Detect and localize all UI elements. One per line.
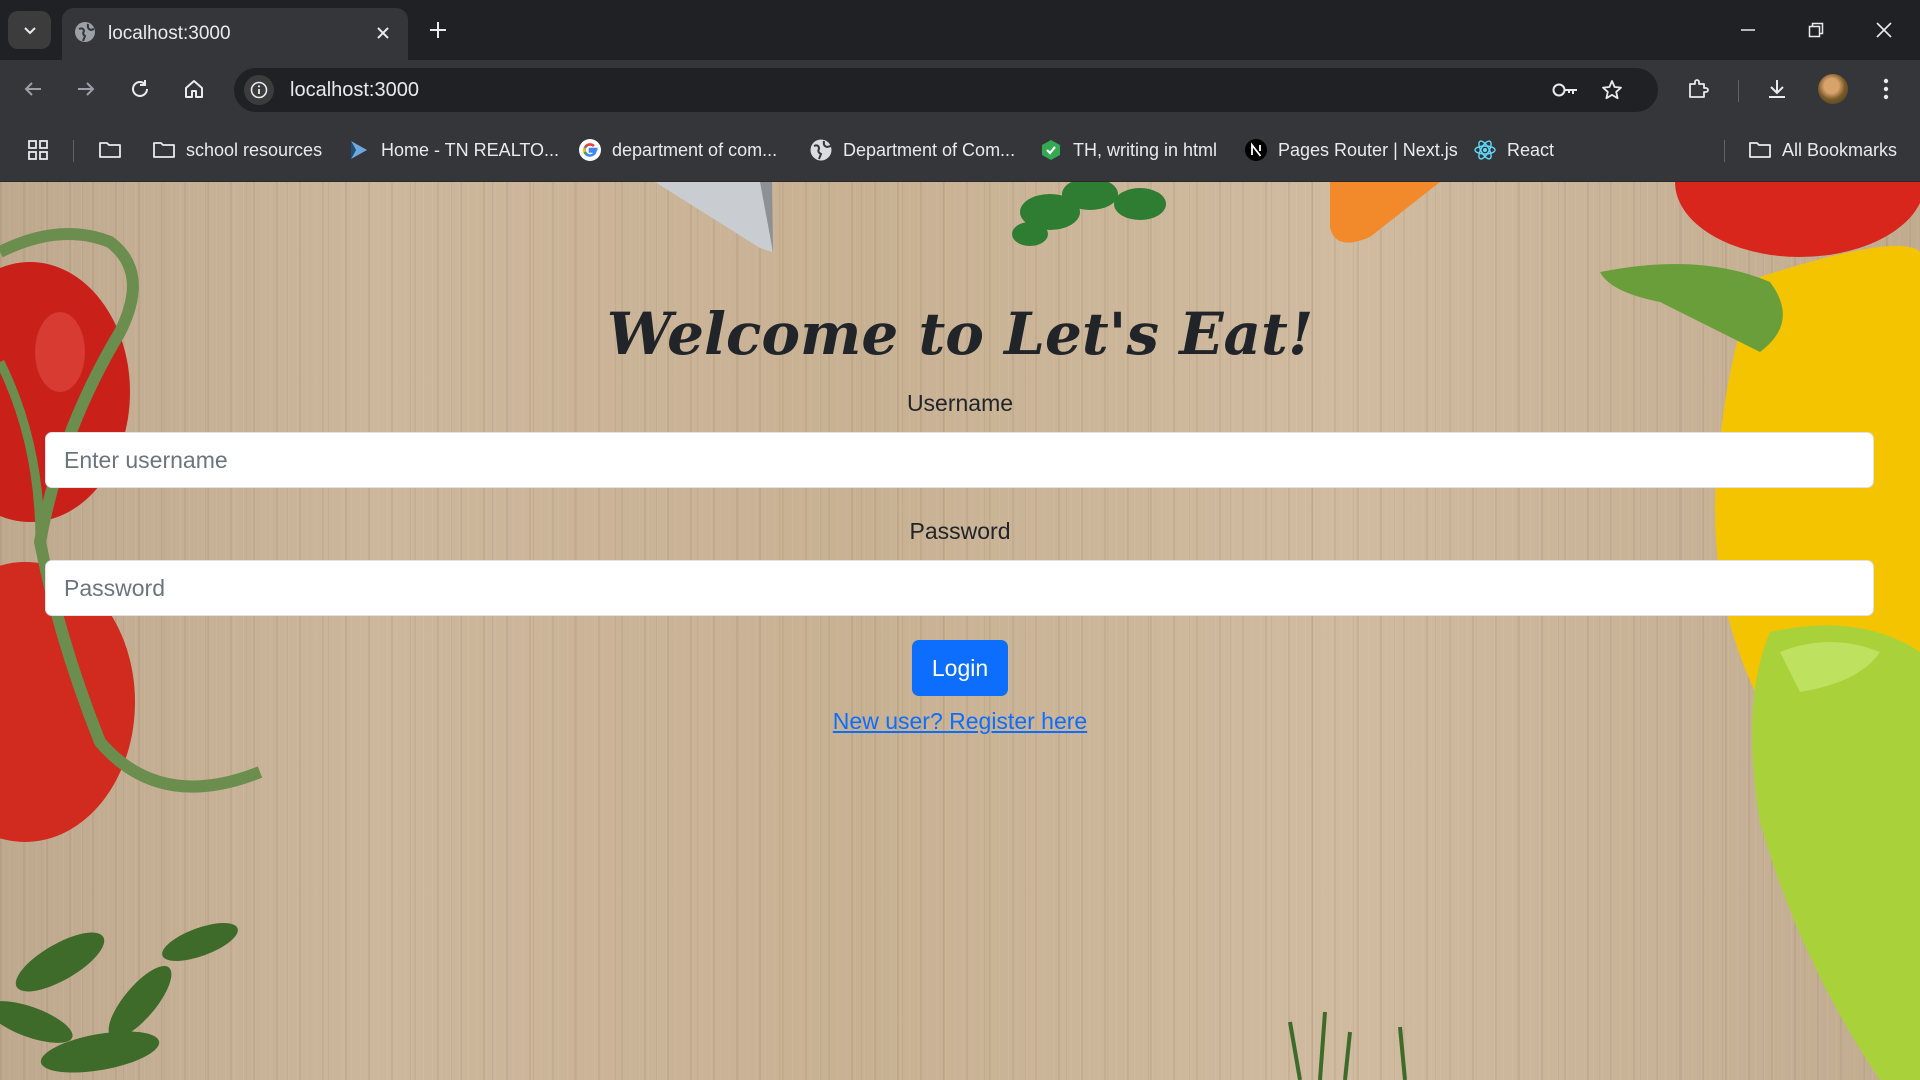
profile-avatar[interactable] [1818,74,1848,104]
download-icon [1769,80,1785,98]
tab-search-button[interactable] [8,11,51,49]
address-url: localhost:3000 [290,79,419,101]
globe-icon [810,139,832,161]
close-window-button[interactable] [1862,12,1906,48]
home-button[interactable] [175,70,213,108]
username-field-wrapper [45,432,1874,488]
menu-button[interactable] [1867,70,1905,108]
arrow-left-icon [24,82,41,96]
close-icon [1876,22,1892,38]
username-input[interactable] [46,433,1873,487]
new-tab-button[interactable] [422,14,454,46]
bookmark-label: React [1507,139,1555,160]
tab-close-button[interactable] [370,20,396,46]
globe-icon [75,22,95,42]
tab-title: localhost:3000 [108,23,231,44]
bookmark-label: school resources [186,139,323,160]
folder-icon [99,142,121,158]
username-label: Username [906,390,1014,416]
forward-button[interactable] [67,70,105,108]
kebab-menu-icon [1883,78,1889,100]
bookmark-label: Department of Com... [843,139,1016,160]
minimize-icon [1741,29,1755,31]
apps-grid-icon [28,140,48,160]
toolbar-divider [1738,80,1739,102]
info-icon [250,81,268,99]
react-icon [1474,140,1496,160]
restore-button[interactable] [1794,12,1838,48]
bookmark-label: Home - TN REALTO... [381,139,560,160]
active-tab[interactable]: localhost:3000 [62,8,408,60]
bookmarks-bar: school resources Home - TN REALTO... dep… [0,118,1920,182]
login-page: Welcome to Let's Eat! Username Password … [0,182,1920,1080]
address-bar[interactable]: localhost:3000 [234,68,1658,112]
bookmark-tn-realtors[interactable]: Home - TN REALTO... [347,134,559,166]
all-bookmarks-label: All Bookmarks [1782,139,1898,160]
bookmark-th-writing-in-html[interactable]: TH, writing in html [1039,134,1217,166]
key-icon [1552,83,1577,97]
close-icon [377,27,389,39]
back-button[interactable] [14,70,52,108]
reload-icon [132,80,148,97]
apps-button[interactable] [26,134,50,166]
folder-icon [1749,142,1771,158]
plus-icon [430,22,446,38]
bookmarks-divider [73,140,74,162]
home-icon [185,80,203,98]
bookmark-department-of-commerce[interactable]: Department of Com... [809,134,1015,166]
arrow-right-icon [78,82,95,96]
browser-toolbar: localhost:3000 [0,60,1920,118]
bookmark-department-of-commerce-google[interactable]: department of com... [578,134,777,166]
bookmark-react[interactable]: React [1473,134,1554,166]
password-field-wrapper [45,560,1874,616]
all-bookmarks-button[interactable]: All Bookmarks [1748,134,1897,166]
realtor-flag-icon [351,141,367,159]
register-link[interactable]: New user? Register here [833,708,1087,734]
restore-icon [1808,22,1824,38]
bookmark-nextjs-pages-router[interactable]: Pages Router | Next.js [1244,134,1458,166]
tab-strip: localhost:3000 [0,0,1920,60]
register-row: New user? Register here [0,708,1920,735]
bookmark-label: TH, writing in html [1073,139,1218,160]
bookmark-label: Pages Router | Next.js [1278,139,1458,160]
minimize-button[interactable] [1726,12,1770,48]
reload-button[interactable] [121,70,159,108]
bookmark-star-button[interactable] [1597,75,1627,105]
site-info-button[interactable] [244,75,274,105]
password-manager-button[interactable] [1550,75,1580,105]
puzzle-icon [1689,79,1709,98]
folder-icon [153,142,175,158]
bookmark-folder-unnamed[interactable] [98,134,122,166]
password-label: Password [909,518,1011,544]
downloads-button[interactable] [1758,70,1796,108]
chevron-down-icon [23,27,36,35]
login-button[interactable]: Login [912,640,1008,696]
google-icon [579,139,601,161]
extension-icon [1042,140,1060,160]
nextjs-icon [1245,139,1267,161]
extensions-button[interactable] [1679,70,1717,108]
bookmark-label: department of com... [612,139,778,160]
password-input[interactable] [46,561,1873,615]
bookmark-school-resources[interactable]: school resources [152,134,322,166]
page-title: Welcome to Let's Eat! [606,300,1314,368]
star-icon [1602,80,1622,100]
bookmarks-divider [1724,140,1725,162]
